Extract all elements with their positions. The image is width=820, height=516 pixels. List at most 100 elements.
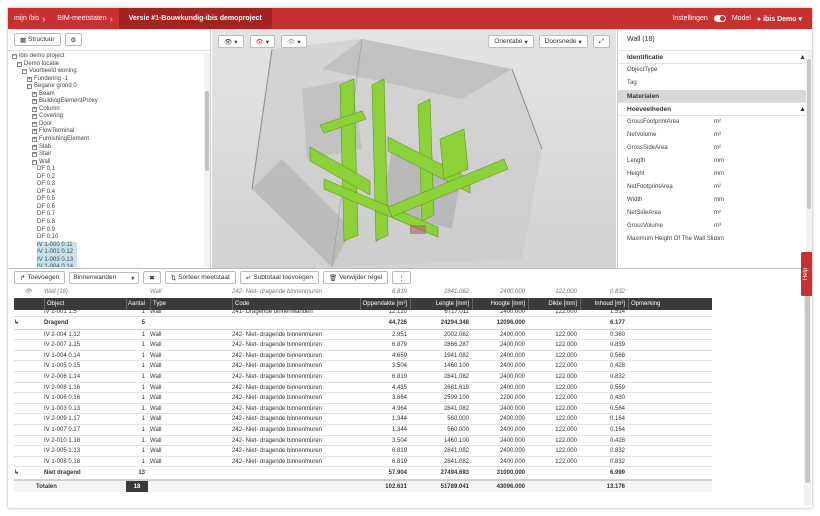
breadcrumb-home[interactable]: mijn ibis › bbox=[8, 8, 51, 29]
tree-item[interactable]: + Door bbox=[12, 121, 203, 129]
tree-item[interactable]: + Fundering -1 bbox=[12, 76, 203, 84]
collapse-icon[interactable]: − bbox=[32, 159, 37, 165]
tree-item[interactable]: IV 1-000 0.11 bbox=[12, 241, 203, 250]
expand-icon[interactable]: + bbox=[32, 106, 37, 112]
model-toggle[interactable] bbox=[713, 15, 726, 22]
column-header-code[interactable]: Code bbox=[232, 297, 360, 310]
tree-item[interactable]: − Begane grond 0 bbox=[12, 83, 203, 91]
tree-item[interactable]: − Demo locatie bbox=[12, 61, 203, 69]
tree-item[interactable]: − Wall bbox=[12, 159, 203, 167]
tree-item[interactable]: DF 0.1 bbox=[12, 166, 203, 174]
properties-section-header[interactable]: Identificatie ▲ bbox=[618, 51, 812, 64]
tree-item[interactable]: DF 0.8 bbox=[12, 219, 203, 227]
tree-item[interactable]: DF 0.6 bbox=[12, 204, 203, 212]
collapse-icon[interactable]: − bbox=[17, 61, 22, 67]
expand-icon[interactable]: + bbox=[32, 129, 37, 135]
hide-button[interactable]: 👁 ▾ bbox=[281, 35, 307, 48]
column-header-count[interactable]: Aantal bbox=[126, 297, 148, 310]
tree-item[interactable]: + Column bbox=[12, 106, 203, 114]
structure-button[interactable]: ▦ Structuur bbox=[14, 33, 61, 46]
more-options-button[interactable]: ⋮ bbox=[392, 271, 411, 284]
expand-icon[interactable]: + bbox=[27, 76, 32, 82]
tree-item[interactable]: − Voorbeeld woning bbox=[12, 68, 203, 76]
user-menu[interactable]: ● ibis Demo ▾ bbox=[757, 15, 802, 23]
table-row[interactable]: IV 2-010 1.18 1 Wall 242- Niet- dragende bi… bbox=[14, 436, 712, 447]
group-row-niet-dragend[interactable]: ↳ Niet dragend 13 57.904 27494.693 31000.000 6… bbox=[14, 467, 712, 481]
collapse-icon[interactable]: − bbox=[22, 69, 27, 75]
column-header-vol[interactable]: Inhoud [m³] bbox=[580, 297, 628, 310]
tree-item[interactable]: DF 0.7 bbox=[12, 211, 203, 219]
expand-icon[interactable]: + bbox=[32, 137, 37, 143]
collapse-icon[interactable]: − bbox=[27, 84, 32, 90]
table-row[interactable]: IV 2-007 1.15 1 Wall 242- Niet- dragende bi… bbox=[14, 340, 712, 351]
table-row[interactable]: IV 2-006 1.14 1 Wall 242- Niet- dragende bi… bbox=[14, 372, 712, 383]
tree-item[interactable]: + Beam bbox=[12, 91, 203, 99]
table-row[interactable]: IV 1-008 0.18 1 Wall 242- Niet- dragende bi… bbox=[14, 457, 712, 468]
properties-scroll-thumb[interactable] bbox=[807, 59, 811, 209]
tree-item[interactable]: + FurnishingElement bbox=[12, 136, 203, 144]
tree-item[interactable]: DF 0.5 bbox=[12, 196, 203, 204]
column-header-height[interactable]: Hoogte [mm] bbox=[472, 297, 528, 310]
table-row[interactable]: IV 2-008 1.16 1 Wall 242- Niet- dragende bi… bbox=[14, 383, 712, 394]
subtotal-button[interactable]: ↵ Subtotaal toevoegen bbox=[239, 271, 319, 284]
column-header-thick[interactable]: Dikte [mm] bbox=[528, 297, 580, 310]
help-tab[interactable]: Help bbox=[801, 252, 812, 296]
tree-item[interactable]: IV 1-003 0.13 bbox=[12, 256, 203, 265]
grid-scrollbar[interactable] bbox=[804, 287, 811, 505]
breadcrumb-version[interactable]: Versie #1-Bouwkundig-ibis demoproject bbox=[118, 8, 272, 29]
column-header-length[interactable]: Lengte [mm] bbox=[410, 297, 472, 310]
section-dropdown[interactable]: Doorsnede ▾ bbox=[538, 35, 588, 48]
add-button[interactable]: ↱ Toevoegen bbox=[14, 271, 66, 284]
clear-filter-button[interactable]: ✖ bbox=[143, 271, 161, 284]
expand-icon[interactable]: + bbox=[32, 144, 37, 150]
tree-options-button[interactable]: ⚙ bbox=[64, 33, 83, 46]
tree-item[interactable]: + FlowTerminal bbox=[12, 128, 203, 136]
tree-item[interactable]: + BuildingElementProxy bbox=[12, 98, 203, 106]
tree-item[interactable]: DF 0.9 bbox=[12, 227, 203, 235]
delete-row-button[interactable]: 🗑 Verwijder regel bbox=[322, 271, 389, 284]
tree-item[interactable]: + Covering bbox=[12, 113, 203, 121]
tree-item[interactable]: IV 1-001 0.12 bbox=[12, 249, 203, 257]
tree-scroll-thumb[interactable] bbox=[205, 91, 209, 171]
table-row[interactable]: IV 2-005 1.13 1 Wall 242- Niet- dragende bi… bbox=[14, 446, 712, 457]
table-row[interactable]: IV 1-003 0.13 1 Wall 242- Niet- dragende bi… bbox=[14, 404, 712, 415]
table-row[interactable]: IV 2-009 1.17 1 Wall 242- Niet- dragende bi… bbox=[14, 414, 712, 425]
breadcrumb-bim[interactable]: BIM-meetstaten › bbox=[51, 8, 118, 29]
tree-item[interactable]: + Slab bbox=[12, 144, 203, 152]
properties-section-header[interactable]: Hoeveelheden ▲ bbox=[618, 103, 812, 116]
table-row[interactable]: IV 2-004 1.12 1 Wall 242- Niet- dragende bi… bbox=[14, 330, 712, 341]
table-row[interactable]: IV 1-007 0.17 1 Wall 242- Niet- dragende bi… bbox=[14, 425, 712, 436]
expand-icon[interactable]: + bbox=[32, 121, 37, 127]
table-row[interactable]: IV 1-006 0.16 1 Wall 242- Niet- dragende bi… bbox=[14, 393, 712, 404]
tree-item[interactable]: DF 0.10 bbox=[12, 234, 203, 242]
filter-select[interactable]: Binnenwanden ▾ bbox=[69, 271, 140, 284]
tree-item[interactable]: + Stair bbox=[12, 151, 203, 159]
expand-icon[interactable]: + bbox=[32, 114, 37, 120]
fullscreen-button[interactable]: ⤢ bbox=[592, 35, 610, 48]
column-header-note[interactable]: Opmerking bbox=[628, 297, 712, 310]
tree-scrollbar[interactable] bbox=[204, 53, 210, 267]
table-row[interactable]: IV 1-004 0.14 1 Wall 242- Niet- dragende bi… bbox=[14, 351, 712, 362]
column-header-object[interactable]: Object bbox=[44, 297, 126, 310]
expand-icon[interactable]: + bbox=[32, 152, 37, 158]
column-header-area[interactable]: Oppervlakte [m²] bbox=[360, 297, 410, 310]
properties-scrollbar[interactable] bbox=[806, 51, 812, 268]
expand-icon[interactable]: + bbox=[32, 99, 37, 105]
tree-item[interactable]: − ibis demo project bbox=[12, 53, 203, 61]
sort-button[interactable]: ⇅ Sorteer meetstaat bbox=[164, 271, 236, 284]
orientation-dropdown[interactable]: Orientatie ▾ bbox=[488, 35, 534, 48]
table-row[interactable]: IV 1-005 0.15 1 Wall 242- Niet- dragende bi… bbox=[14, 361, 712, 372]
tree-item[interactable]: DF 0.3 bbox=[12, 181, 203, 189]
grid-scroll-thumb[interactable] bbox=[805, 293, 810, 483]
expand-icon[interactable]: + bbox=[32, 91, 37, 97]
visibility-button[interactable]: 👁 ▾ bbox=[218, 35, 244, 48]
settings-label[interactable]: Instellingen bbox=[672, 15, 707, 22]
tree-item[interactable]: IV 1-004 0.14 bbox=[12, 264, 203, 267]
tree-item[interactable]: DF 0.4 bbox=[12, 189, 203, 197]
properties-section-header[interactable]: Materialen bbox=[618, 90, 812, 103]
column-header-type[interactable]: Type bbox=[150, 297, 232, 310]
collapse-icon[interactable]: − bbox=[12, 54, 17, 59]
group-row-dragend[interactable]: ↳ Dragend 5 44.726 24294.348 12096.000 6.177 bbox=[14, 317, 712, 330]
table-row[interactable]: IV 2-001 1.5 1 Wall 241- Dragende binnenwan… bbox=[14, 310, 712, 317]
model-viewer[interactable]: 👁 ▾ 👁 ▾ 👁 ▾ Orientatie ▾ Doorsnede ▾ ⤢ bbox=[212, 29, 616, 268]
